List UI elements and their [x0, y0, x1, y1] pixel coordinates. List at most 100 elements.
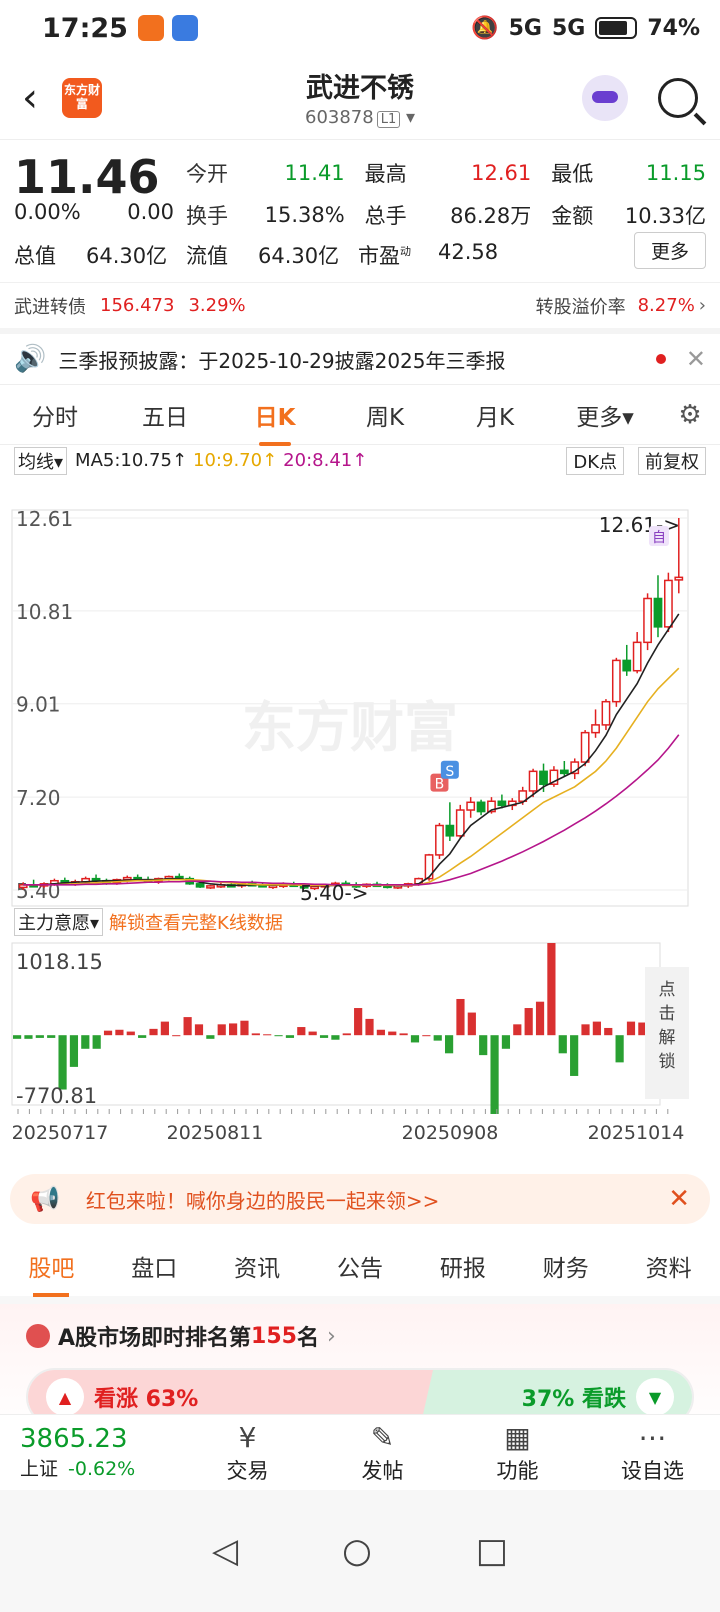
nav-functions[interactable]: ▦ 功能: [450, 1421, 585, 1485]
unlock-link[interactable]: 解锁查看完整K线数据: [109, 909, 283, 935]
nav-trade[interactable]: ¥ 交易: [180, 1421, 315, 1485]
mainflow-bar: [319, 1035, 329, 1038]
up-arrow-icon: ▲: [46, 1378, 84, 1416]
mainflow-bar: [501, 1035, 511, 1049]
search-icon[interactable]: [658, 77, 698, 118]
ma10-value: 10:9.70↑: [193, 450, 278, 471]
watermark: 东方财富: [242, 696, 458, 759]
assistant-avatar[interactable]: [582, 74, 628, 121]
battery-percent: 74%: [647, 15, 700, 41]
tab-guba[interactable]: 股吧: [0, 1249, 103, 1297]
mainflow-select[interactable]: 主力意愿▾: [14, 908, 104, 936]
mainflow-bar: [570, 1035, 579, 1076]
tab-five-day[interactable]: 五日: [110, 398, 220, 432]
low-label: 最低: [551, 162, 594, 186]
grid-icon: ▦: [504, 1420, 531, 1454]
mainflow-bar: [535, 1001, 545, 1036]
ma20-value: 20:8.41↑: [283, 450, 368, 471]
mainflow-bar: [160, 1021, 169, 1036]
x-tick-label: 20250717: [12, 1122, 109, 1144]
nav-add-watch[interactable]: ⋯ 设自选: [585, 1421, 720, 1485]
mainflow-bar: [103, 1030, 113, 1036]
tab-research[interactable]: 研报: [411, 1249, 514, 1283]
mainflow-bar: [615, 1035, 624, 1063]
notice-bar[interactable]: 🔊 三季报预披露：于2025-10-29披露2025年三季报 ✕: [0, 328, 720, 384]
mainflow-bar: [251, 1033, 260, 1036]
index-widget[interactable]: 3865.23 上证 -0.62%: [0, 1424, 180, 1481]
mainflow-bar: [24, 1035, 33, 1039]
convertible-bond-row[interactable]: 武进转债 156.473 3.29% 转股溢价率 8.27% ›: [0, 282, 720, 328]
y-tick-label: 12.61: [16, 507, 73, 531]
index-value: 3865.23: [20, 1424, 128, 1454]
mainflow-bar: [47, 1035, 56, 1038]
mainflow-bar: [149, 1028, 158, 1036]
chevron-right-icon: ›: [698, 295, 706, 316]
turnover-label: 换手: [186, 204, 228, 228]
volume-value: 86.28万: [450, 204, 532, 228]
rank-title[interactable]: A股市场即时排名第 155 名 ›: [26, 1320, 694, 1352]
mainflow-bar: [422, 1035, 431, 1037]
tab-monthly-k[interactable]: 月K: [440, 398, 550, 432]
adjust-button[interactable]: 前复权: [638, 446, 706, 475]
candle-body: [539, 770, 548, 785]
candle-body: [643, 597, 652, 644]
tab-finance[interactable]: 财务: [514, 1249, 617, 1283]
home-nav-icon[interactable]: ○: [342, 1531, 372, 1571]
mainflow-bar: [399, 1033, 408, 1036]
mktcap-value: 64.30亿: [86, 244, 168, 268]
candle-body: [663, 579, 673, 628]
candle-body: [528, 770, 538, 792]
close-icon[interactable]: ✕: [668, 1184, 690, 1214]
mainflow-min: -770.81: [16, 1084, 97, 1108]
back-nav-icon[interactable]: ◁: [212, 1531, 238, 1571]
tab-daily-k[interactable]: 日K: [220, 398, 330, 446]
self-mark-label: 自: [652, 530, 666, 546]
ma-select[interactable]: 均线▾: [14, 446, 68, 475]
mainflow-bar: [81, 1035, 90, 1049]
tab-weekly-k[interactable]: 周K: [330, 398, 440, 432]
open-label: 今开: [186, 162, 228, 186]
more-button[interactable]: 更多: [633, 232, 706, 269]
down-arrow-icon: ▼: [636, 1378, 674, 1416]
tab-more[interactable]: 更多▾: [550, 398, 660, 432]
recents-nav-icon[interactable]: □: [476, 1531, 508, 1571]
unlock-side-text: 解: [659, 1028, 676, 1048]
tab-intraday[interactable]: 分时: [0, 398, 110, 432]
amount-label: 金额: [551, 204, 594, 228]
more-circle-icon: ⋯: [638, 1420, 667, 1454]
open-value: 11.41: [284, 161, 345, 185]
tab-news[interactable]: 资讯: [206, 1249, 309, 1283]
mainflow-bar: [479, 1035, 488, 1056]
mainflow-bar: [490, 1035, 499, 1114]
back-icon[interactable]: ‹: [22, 75, 52, 121]
mainflow-bar: [115, 1029, 124, 1036]
mainflow-bar: [285, 1035, 295, 1038]
nav-post[interactable]: ✎ 发帖: [315, 1421, 450, 1485]
gear-icon[interactable]: ⚙: [660, 400, 720, 430]
app-notify-icon: [137, 15, 164, 41]
premium-value: 8.27%: [637, 295, 695, 316]
mainflow-bar: [206, 1035, 215, 1039]
close-icon[interactable]: ✕: [686, 345, 706, 373]
mainflow-bar: [513, 1024, 522, 1036]
kline-chart[interactable]: 12.6110.819.017.205.40东方财富12.61->5.40->B…: [0, 476, 720, 916]
chart-tabs: 分时 五日 日K 周K 月K 更多▾ ⚙: [0, 384, 720, 446]
candle-body: [580, 731, 590, 763]
low-marker: 5.40->: [300, 881, 369, 905]
candle-body: [195, 883, 205, 888]
candle-body: [653, 597, 663, 628]
mainflow-bar: [592, 1021, 601, 1036]
mainflow-bar: [194, 1024, 204, 1036]
redpacket-banner[interactable]: 📢 红包来啦！喊你身边的股民一起来领>> ✕: [10, 1174, 710, 1224]
current-price: 11.46: [14, 150, 160, 204]
float-value: 64.30亿: [258, 244, 340, 268]
tab-profile[interactable]: 资料: [617, 1249, 720, 1283]
tab-announcement[interactable]: 公告: [309, 1249, 412, 1283]
app-logo[interactable]: 东方财富: [62, 77, 102, 118]
tab-pankou[interactable]: 盘口: [103, 1249, 206, 1283]
index-name: 上证: [20, 1458, 59, 1480]
mainflow-bar: [126, 1031, 135, 1036]
mainflow-bar: [172, 1035, 181, 1037]
mainflow-bar: [138, 1035, 147, 1038]
dk-point-button[interactable]: DK点: [566, 446, 624, 475]
